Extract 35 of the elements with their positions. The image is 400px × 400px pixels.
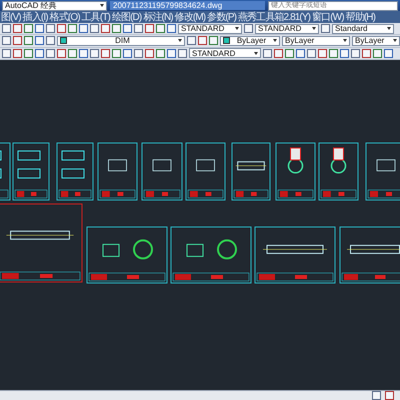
drawing-sheet — [276, 142, 316, 200]
lineweight-dropdown[interactable]: ByLayer — [352, 36, 400, 46]
drawing-sheet — [98, 142, 138, 200]
menu-item[interactable]: 燕秀工具箱2.81(Y) — [237, 10, 312, 24]
menu-item[interactable]: 窗口(W) — [311, 10, 345, 24]
text-style-dropdown[interactable]: STANDARD — [178, 24, 242, 34]
table-style-dropdown[interactable]: Standard — [332, 24, 394, 34]
linetype-dropdown[interactable]: ByLayer — [282, 36, 350, 46]
layer-dropdown[interactable]: DIM — [57, 36, 185, 46]
drawing-sheet — [0, 142, 10, 200]
dimension-style-dropdown[interactable]: STANDARD — [255, 24, 319, 34]
menu-item[interactable]: 绘图(D) — [110, 10, 142, 24]
workspace-dropdown[interactable]: AutoCAD 经典 — [2, 0, 107, 11]
multileader-style-dropdown[interactable]: STANDARD — [189, 48, 261, 58]
drawing-sheet — [56, 142, 94, 200]
drawing-canvas[interactable] — [0, 60, 400, 390]
menu-item[interactable]: 参数(P) — [206, 10, 238, 24]
tool-icon[interactable] — [321, 24, 330, 34]
tool-icon[interactable] — [244, 24, 253, 34]
drawing-sheet — [186, 142, 226, 200]
menu-item[interactable]: 格式(O) — [48, 10, 81, 24]
menu-item[interactable]: 插入(I) — [22, 10, 49, 24]
drawing-sheet — [232, 142, 270, 200]
menu-item[interactable]: 图(V) — [0, 10, 22, 24]
menu-item[interactable]: 标注(N) — [142, 10, 174, 24]
drawing-sheet — [142, 142, 182, 200]
drawing-sheet — [318, 142, 358, 200]
drawing-sheet — [340, 226, 400, 284]
color-dropdown[interactable]: ByLayer — [220, 36, 280, 46]
window-title: 200711231195799834624.dwg — [110, 1, 265, 10]
drawing-sheet — [366, 142, 400, 200]
menu-item[interactable]: 帮助(H) — [344, 10, 376, 24]
menu-item[interactable]: 修改(M) — [174, 10, 206, 24]
menu-item[interactable]: 工具(T) — [80, 10, 111, 24]
drawing-sheet — [12, 142, 50, 200]
